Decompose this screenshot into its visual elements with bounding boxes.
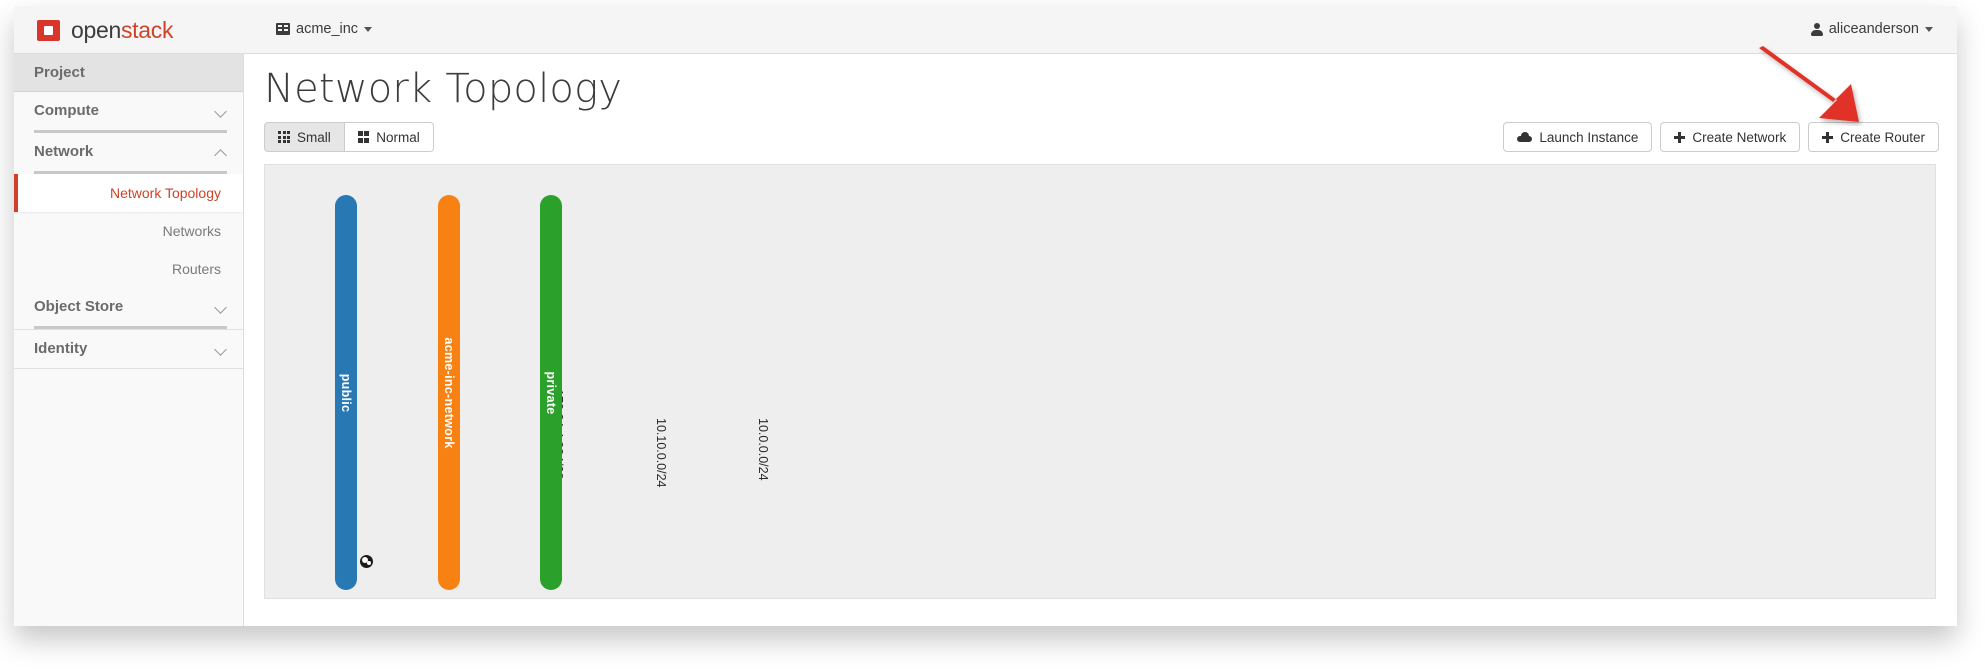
network-bar-acme-inc-network[interactable]: acme-inc-network <box>438 195 460 590</box>
project-selector[interactable]: acme_inc <box>276 21 373 37</box>
sidebar: Project Compute Network Network Topology… <box>14 54 244 626</box>
project-selector-label: acme_inc <box>296 21 359 37</box>
user-menu[interactable]: aliceanderson <box>1810 21 1933 37</box>
topology-canvas[interactable]: public 172.24.4.224/28 acme-inc-network … <box>264 164 1936 599</box>
sidebar-item-label: Network Topology <box>109 185 221 201</box>
grid-2x2-icon <box>357 131 370 143</box>
main-content: Network Topology Small Normal Launch Ins… <box>244 54 1957 626</box>
cloud-icon <box>1517 132 1533 142</box>
chevron-down-icon <box>364 26 373 32</box>
create-network-label: Create Network <box>1692 129 1787 145</box>
brand-wordmark: openstack <box>71 17 173 44</box>
sidebar-section-network[interactable]: Network <box>14 133 243 171</box>
sidebar-item-networks[interactable]: Networks <box>14 212 243 250</box>
network-name-label: private <box>544 370 558 415</box>
chevron-up-icon <box>214 149 227 162</box>
subnet-label-private: 10.0.0.0/24 <box>756 418 770 481</box>
building-icon <box>276 23 290 35</box>
sidebar-item-label: Routers <box>171 261 221 277</box>
browser-page: openstack acme_inc aliceanderson Project… <box>14 6 1957 626</box>
sidebar-item-routers[interactable]: Routers <box>14 250 243 288</box>
sidebar-section-project: Project <box>14 54 243 92</box>
network-name-label: public <box>339 373 353 412</box>
sidebar-section-compute-label: Compute <box>34 102 99 119</box>
view-size-toggle: Small Normal <box>264 122 434 152</box>
chevron-down-icon <box>214 301 227 314</box>
create-router-button[interactable]: Create Router <box>1808 122 1939 152</box>
sidebar-section-identity[interactable]: Identity <box>14 330 243 368</box>
network-bar-private[interactable]: private <box>540 195 562 590</box>
sidebar-section-network-label: Network <box>34 143 94 160</box>
launch-instance-label: Launch Instance <box>1539 129 1639 145</box>
create-network-button[interactable]: Create Network <box>1660 122 1801 152</box>
view-toggle-normal-label: Normal <box>376 129 420 145</box>
subnet-label-acme-inc-network: 10.10.0.0/24 <box>654 418 668 488</box>
sidebar-item-network-topology[interactable]: Network Topology <box>14 174 243 212</box>
sidebar-section-compute[interactable]: Compute <box>14 92 243 130</box>
chevron-down-icon <box>214 343 227 356</box>
person-icon <box>1810 22 1823 36</box>
sidebar-divider <box>14 368 243 369</box>
view-toggle-small[interactable]: Small <box>264 122 345 152</box>
sidebar-section-project-label: Project <box>34 64 85 81</box>
user-menu-label: aliceanderson <box>1828 21 1919 37</box>
chevron-down-icon <box>214 105 227 118</box>
sidebar-section-object-store-label: Object Store <box>34 298 124 315</box>
plus-icon <box>1822 131 1834 143</box>
network-name-label: acme-inc-network <box>442 336 456 449</box>
action-buttons: Launch Instance Create Network Create Ro… <box>1503 122 1939 152</box>
globe-icon <box>360 555 373 568</box>
sidebar-section-object-store[interactable]: Object Store <box>14 288 243 326</box>
openstack-logo-icon <box>37 18 62 43</box>
create-router-label: Create Router <box>1840 129 1925 145</box>
grid-3x3-icon <box>278 131 290 143</box>
brand-open-text: open <box>71 17 121 43</box>
chevron-down-icon <box>1925 26 1933 32</box>
view-toggle-small-label: Small <box>297 129 331 145</box>
page-title: Network Topology <box>264 66 623 112</box>
brand-stack-text: stack <box>120 17 174 43</box>
network-bar-public[interactable]: public <box>335 195 357 590</box>
view-toggle-normal[interactable]: Normal <box>344 122 434 152</box>
sidebar-item-label: Networks <box>162 223 221 239</box>
sidebar-section-identity-label: Identity <box>34 340 88 357</box>
launch-instance-button[interactable]: Launch Instance <box>1503 122 1653 152</box>
plus-icon <box>1674 131 1686 143</box>
top-navbar: openstack acme_inc aliceanderson <box>14 6 1957 54</box>
openstack-brand[interactable]: openstack <box>37 17 173 44</box>
